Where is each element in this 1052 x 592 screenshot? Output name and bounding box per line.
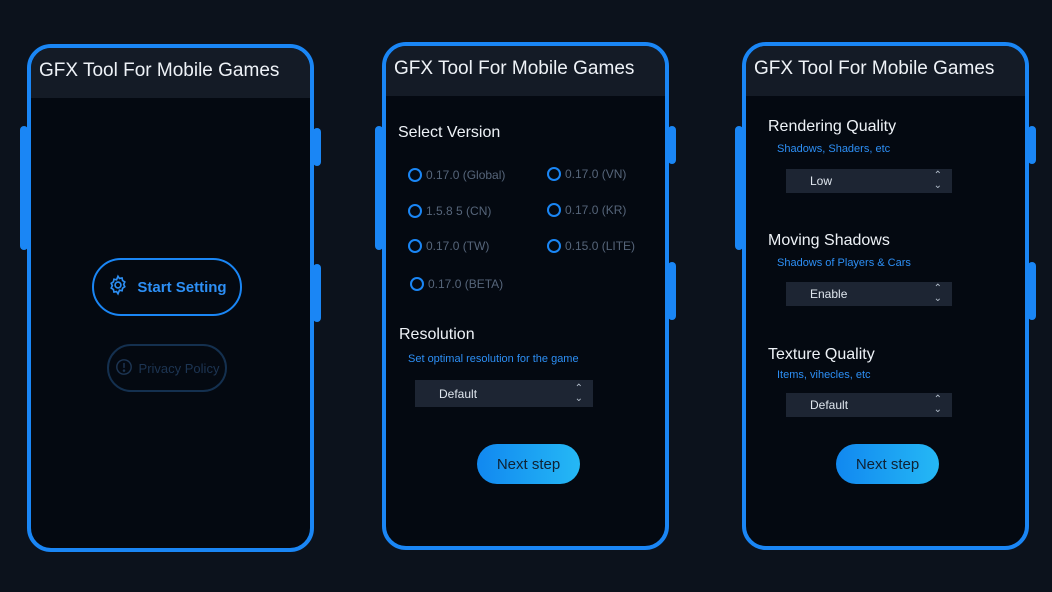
phone-side-button <box>313 264 321 322</box>
radio-circle-icon <box>408 168 422 182</box>
privacy-policy-button[interactable]: Privacy Policy <box>107 344 227 392</box>
radio-circle-icon <box>410 277 424 291</box>
rendering-quality-select[interactable]: Low ⌃ ⌄ <box>786 169 952 193</box>
version-radio[interactable]: 0.17.0 (VN) <box>547 167 626 181</box>
version-label: 0.17.0 (KR) <box>565 203 627 217</box>
version-radio[interactable]: 0.17.0 (BETA) <box>410 277 503 291</box>
app-title: GFX Tool For Mobile Games <box>386 46 665 96</box>
radio-circle-icon <box>547 167 561 181</box>
phone-side-button <box>20 126 28 250</box>
version-radio[interactable]: 0.15.0 (LITE) <box>547 239 635 253</box>
texture-quality-title: Texture Quality <box>768 346 875 363</box>
version-label: 0.17.0 (TW) <box>426 239 490 253</box>
radio-circle-icon <box>408 239 422 253</box>
chevron-up-down-icon: ⌃ ⌄ <box>933 283 942 304</box>
version-radio[interactable]: 0.17.0 (TW) <box>408 239 489 253</box>
radio-circle-icon <box>547 203 561 217</box>
version-label: 0.17.0 (Global) <box>426 168 506 182</box>
radio-circle-icon <box>408 204 422 218</box>
version-radio[interactable]: 0.17.0 (KR) <box>547 203 626 217</box>
rendering-quality-title: Rendering Quality <box>768 118 897 135</box>
resolution-subtitle: Set optimal resolution for the game <box>408 353 579 365</box>
version-label: 0.15.0 (LITE) <box>565 239 636 253</box>
app-title: GFX Tool For Mobile Games <box>31 48 310 98</box>
radio-circle-icon <box>547 239 561 253</box>
texture-quality-select[interactable]: Default ⌃ ⌄ <box>786 393 952 417</box>
texture-quality-subtitle: Items, vihecles, etc <box>777 369 871 381</box>
moving-shadows-title: Moving Shadows <box>768 232 890 249</box>
phone-side-button <box>668 262 676 320</box>
chevron-up-down-icon: ⌃ ⌄ <box>933 170 942 191</box>
moving-shadows-select[interactable]: Enable ⌃ ⌄ <box>786 282 952 306</box>
moving-shadows-subtitle: Shadows of Players & Cars <box>777 257 911 269</box>
chevron-up-down-icon: ⌃ ⌄ <box>933 394 942 415</box>
gear-icon <box>107 274 129 300</box>
phone-frame-start: GFX Tool For Mobile Games Start Setting … <box>20 44 321 552</box>
texture-quality-value: Default <box>810 398 849 412</box>
version-radio[interactable]: 1.5.8 5 (CN) <box>408 204 491 218</box>
chevron-up-down-icon: ⌃ ⌄ <box>574 382 583 404</box>
phone-frame-settings: GFX Tool For Mobile Games Rendering Qual… <box>735 42 1036 550</box>
phone-side-button <box>668 126 676 164</box>
moving-shadows-value: Enable <box>810 287 848 301</box>
phone-frame-version: GFX Tool For Mobile Games Select Version… <box>375 42 676 550</box>
phone-side-button <box>313 128 321 166</box>
phone-side-button <box>1028 262 1036 320</box>
next-step-button[interactable]: Next step <box>477 444 580 484</box>
version-label: 0.17.0 (VN) <box>565 167 627 181</box>
resolution-title: Resolution <box>399 326 475 343</box>
phone-side-button <box>375 126 383 250</box>
phone-side-button <box>1028 126 1036 164</box>
resolution-select[interactable]: Default ⌃ ⌄ <box>415 380 593 407</box>
start-setting-label: Start Setting <box>137 278 227 296</box>
info-icon <box>115 358 133 379</box>
rendering-quality-value: Low <box>810 174 833 188</box>
select-version-title: Select Version <box>398 124 501 141</box>
rendering-quality-subtitle: Shadows, Shaders, etc <box>777 143 891 155</box>
app-title: GFX Tool For Mobile Games <box>746 46 1025 96</box>
privacy-policy-label: Privacy Policy <box>138 360 220 376</box>
resolution-value: Default <box>439 386 478 401</box>
start-setting-button[interactable]: Start Setting <box>92 258 242 316</box>
phone-side-button <box>735 126 743 250</box>
next-step-button[interactable]: Next step <box>836 444 939 484</box>
version-label: 1.5.8 5 (CN) <box>426 204 492 218</box>
version-radio[interactable]: 0.17.0 (Global) <box>408 168 505 182</box>
version-label: 0.17.0 (BETA) <box>428 277 504 291</box>
